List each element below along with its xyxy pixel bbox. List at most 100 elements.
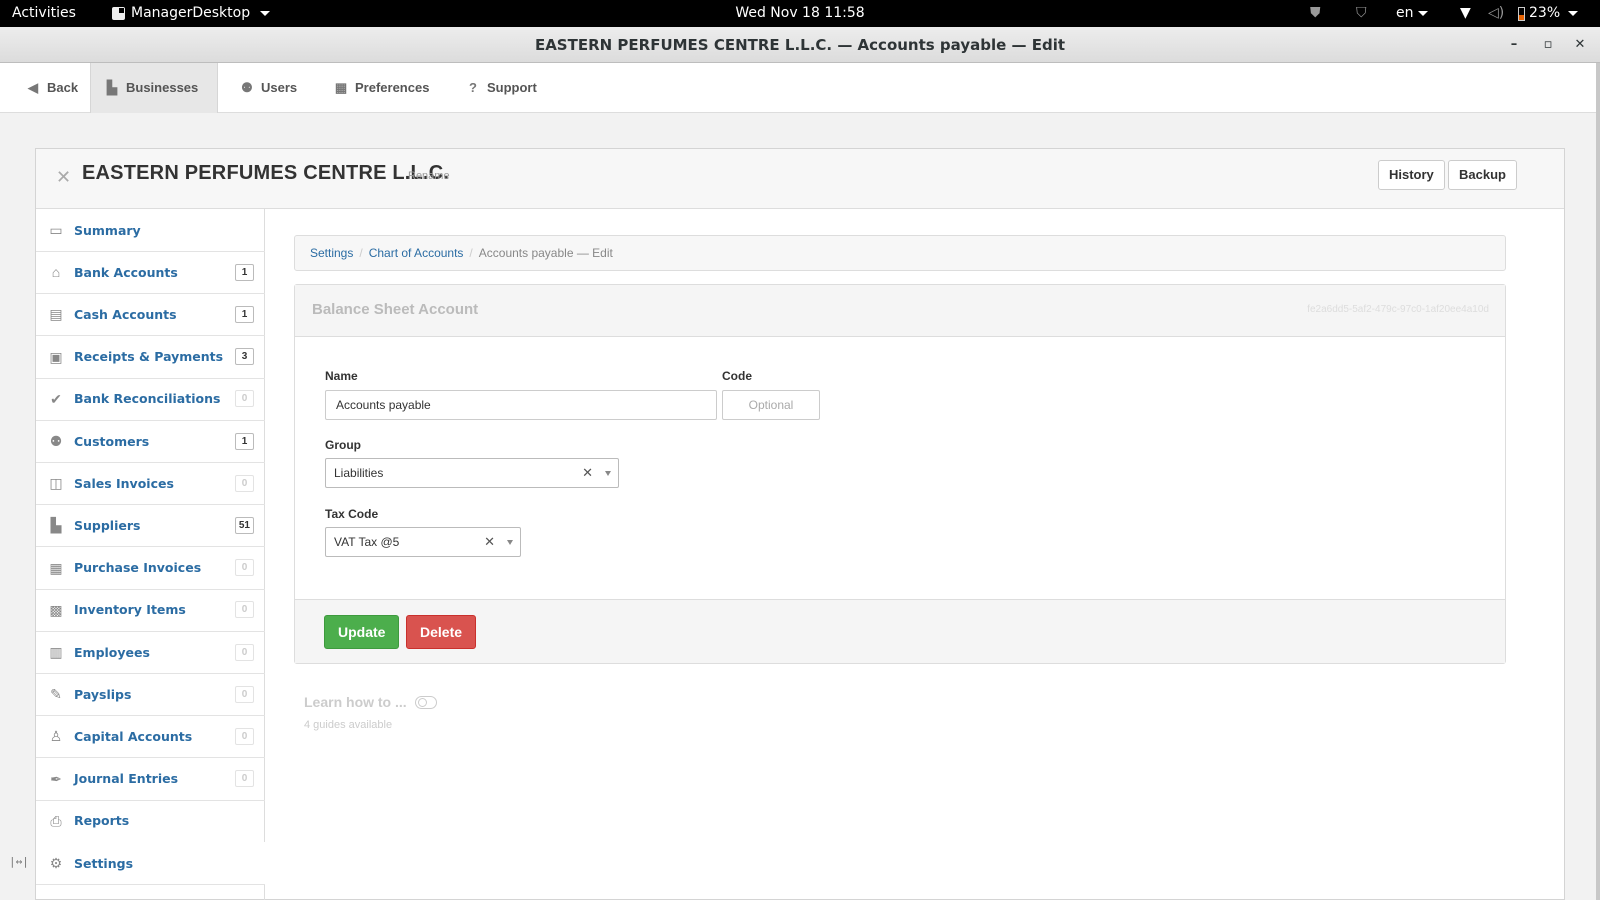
language-selector[interactable]: en (1396, 0, 1428, 27)
account-form: Balance Sheet Account fe2a6dd5-5af2-479c… (294, 284, 1506, 664)
person-icon: ♙ (49, 728, 63, 745)
window-title: EASTERN PERFUMES CENTRE L.L.C. — Account… (534, 36, 1066, 54)
sidebar-item-label: Capital Accounts (74, 728, 193, 744)
guides-count: 4 guides available (304, 719, 393, 731)
sidebar-item-label: Reports (74, 813, 130, 829)
sidebar-item-capital-accounts[interactable]: ♙ Capital Accounts 0 (36, 715, 265, 759)
back-button[interactable]: ◀ Back (12, 63, 92, 113)
name-field[interactable]: Accounts payable (325, 390, 717, 420)
sidebar-item-payslips[interactable]: ✎ Payslips 0 (36, 673, 265, 717)
update-button[interactable]: Update (324, 615, 400, 649)
group-label: Group (325, 438, 361, 452)
sidebar-item-cash-accounts[interactable]: ▤ Cash Accounts 1 (36, 293, 265, 337)
checkmark-icon: ✔ (50, 390, 62, 407)
sidebar-item-sales-invoices[interactable]: ◫ Sales Invoices 0 (36, 462, 265, 506)
sidebar-item-label: Suppliers (74, 517, 141, 533)
sidebar-item-summary[interactable]: ▭ Summary (36, 209, 265, 252)
sidebar-item-journal-entries[interactable]: ✒ Journal Entries 0 (36, 758, 265, 801)
shield-outline-icon[interactable]: ⛉ (1356, 0, 1367, 27)
sidebar-item-customers[interactable]: ⚉ Customers 1 (36, 420, 265, 463)
dropdown-arrow-icon[interactable] (605, 471, 611, 476)
maximize-icon[interactable]: ▫ (1536, 27, 1560, 63)
toggle-icon[interactable] (414, 695, 437, 709)
building-icon: ▙ (107, 80, 117, 95)
rename-link[interactable]: Rename (408, 170, 450, 182)
sidebar-item-settings[interactable]: ⚙ Settings (36, 842, 265, 885)
presentation-icon: ▭ (49, 222, 63, 238)
business-name: EASTERN PERFUMES CENTRE L.L.C. (82, 162, 450, 184)
clear-icon[interactable]: ✕ (582, 459, 593, 487)
chevron-down-icon (1417, 10, 1428, 16)
count-badge: 1 (235, 432, 254, 450)
count-badge: 0 (235, 601, 254, 619)
breadcrumb-current: Accounts payable — Edit (478, 246, 613, 260)
box-icon: ▩ (49, 601, 63, 618)
buildings-icon: ▙ (50, 517, 62, 534)
app-navigation: ◀ Back ▙ Businesses ⚉ Users ▦ Preference… (0, 63, 1596, 113)
breadcrumb-settings[interactable]: Settings (310, 246, 353, 260)
tax-code-label: Tax Code (325, 507, 379, 521)
breadcrumb-chart-of-accounts[interactable]: Chart of Accounts (369, 246, 464, 260)
breadcrumb-separator: / (359, 246, 363, 260)
learn-title: Learn how to ... (304, 694, 407, 710)
tab-businesses[interactable]: ▙ Businesses (90, 63, 218, 113)
learn-how-to[interactable]: Learn how to ... (304, 694, 437, 710)
count-badge: 51 (234, 516, 254, 534)
count-badge: 0 (235, 770, 254, 788)
count-badge: 0 (235, 474, 254, 492)
count-badge: 0 (235, 643, 254, 661)
sidebar-item-reports[interactable]: ⎙ Reports (36, 800, 265, 843)
page-scrollbar[interactable] (1596, 63, 1600, 900)
clear-icon[interactable]: ✕ (484, 528, 495, 556)
wifi-icon[interactable]: ▼ (1460, 0, 1471, 27)
code-field[interactable]: Optional (722, 390, 820, 420)
close-icon[interactable]: ✕ (1568, 27, 1592, 63)
sidebar-item-employees[interactable]: ▥ Employees 0 (36, 631, 265, 674)
sidebar-item-label: Journal Entries (74, 771, 179, 787)
close-business-icon[interactable]: ✕ (56, 167, 71, 188)
id-card-icon: ▥ (49, 644, 63, 660)
count-badge: 0 (235, 390, 254, 408)
minimize-icon[interactable]: – (1502, 27, 1526, 63)
breadcrumb-separator: / (469, 246, 473, 260)
tab-preferences[interactable]: ▦ Preferences (320, 63, 443, 113)
battery-indicator[interactable]: 23% (1518, 0, 1579, 27)
sidebar-item-label: Customers (74, 433, 150, 449)
tax-code-select[interactable]: VAT Tax @5 ✕ (325, 527, 521, 557)
delete-button[interactable]: Delete (406, 615, 477, 649)
quill-icon: ✒ (50, 770, 62, 787)
sidebar-item-purchase-invoices[interactable]: ▦ Purchase Invoices 0 (36, 547, 265, 590)
sidebar-item-label: Purchase Invoices (74, 560, 202, 576)
business-panel: ✕ EASTERN PERFUMES CENTRE L.L.C. Rename … (35, 148, 1565, 900)
sidebar: ▭ Summary ⌂ Bank Accounts 1 ▤ Cash Accounts 1 ▣ R… (36, 209, 265, 900)
sidebar-item-suppliers[interactable]: ▙ Suppliers 51 (36, 504, 265, 548)
group-select[interactable]: Liabilities ✕ (325, 458, 619, 488)
expand-width-icon[interactable]: |↔| (9, 855, 29, 868)
count-badge: 1 (235, 263, 254, 281)
name-label: Name (325, 369, 358, 383)
sidebar-item-receipts-payments[interactable]: ▣ Receipts & Payments 3 (36, 336, 265, 379)
sidebar-item-label: Bank Accounts (74, 264, 178, 280)
volume-icon[interactable]: ◁) (1488, 0, 1504, 27)
inbox-icon: ◫ (49, 475, 63, 492)
calendar-icon: ▦ (49, 559, 63, 576)
sidebar-item-label: Settings (74, 855, 134, 871)
shield-icon[interactable]: ⛊ (1310, 0, 1321, 27)
chevron-down-icon (260, 11, 271, 16)
sidebar-item-bank-reconciliations[interactable]: ✔ Bank Reconciliations 0 (36, 378, 265, 421)
sidebar-item-label: Sales Invoices (74, 475, 174, 491)
app-icon (112, 7, 125, 20)
clock[interactable]: Wed Nov 18 11:58 (735, 5, 864, 21)
form-header: Balance Sheet Account fe2a6dd5-5af2-479c… (295, 285, 1505, 337)
backup-button[interactable]: Backup (1448, 160, 1517, 190)
window-titlebar: EASTERN PERFUMES CENTRE L.L.C. — Account… (0, 27, 1600, 63)
activities-button[interactable]: Activities (12, 0, 76, 27)
app-menu[interactable]: ManagerDesktop (112, 0, 271, 27)
dropdown-arrow-icon[interactable] (507, 540, 513, 545)
sidebar-item-inventory-items[interactable]: ▩ Inventory Items 0 (36, 589, 265, 632)
tab-users[interactable]: ⚉ Users (226, 63, 311, 113)
tab-support[interactable]: ? Support (452, 63, 551, 113)
sidebar-item-label: Inventory Items (74, 602, 186, 618)
sidebar-item-bank-accounts[interactable]: ⌂ Bank Accounts 1 (36, 251, 265, 295)
history-button[interactable]: History (1378, 160, 1445, 190)
